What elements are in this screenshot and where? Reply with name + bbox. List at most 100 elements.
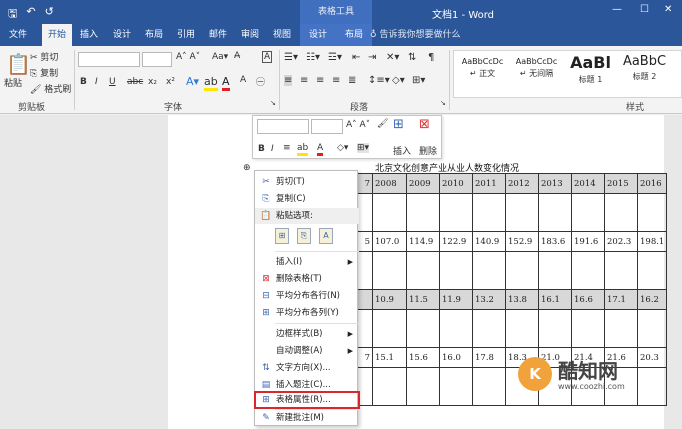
- bullets-icon[interactable]: ☰▾: [284, 52, 298, 63]
- text-effects-icon[interactable]: A▾: [186, 75, 199, 88]
- subscript-button[interactable]: x₂: [148, 77, 157, 87]
- mini-format-painter-icon[interactable]: 🖌: [377, 119, 388, 129]
- table-cell[interactable]: 15.1: [372, 347, 407, 368]
- distribute-icon[interactable]: ≣: [348, 75, 356, 86]
- style-no-spacing[interactable]: AaBbCcDc ↵ 无间隔: [510, 53, 563, 97]
- table-cell[interactable]: 11.9: [439, 289, 473, 310]
- tab-layout[interactable]: 布局: [140, 24, 168, 46]
- table-cell[interactable]: [372, 309, 407, 348]
- table-cell[interactable]: [636, 251, 668, 290]
- tell-me-box[interactable]: ♁ 告诉我你想要做什么: [370, 24, 460, 46]
- menu-item-delete-table[interactable]: ⊠ 删除表格(T): [255, 271, 359, 287]
- paste-keep-source-icon[interactable]: ⎘: [297, 228, 311, 244]
- table-cell[interactable]: [571, 193, 605, 232]
- italic-button[interactable]: I: [95, 77, 98, 87]
- tab-references[interactable]: 引用: [172, 24, 200, 46]
- table-cell[interactable]: 16.2: [636, 289, 668, 310]
- menu-item-cut[interactable]: ✂ 剪切(T): [255, 174, 359, 190]
- table-cell[interactable]: [505, 309, 539, 348]
- menu-item-new-comment[interactable]: ✎ 新建批注(M): [255, 410, 359, 426]
- table-cell[interactable]: 2012: [505, 173, 539, 194]
- table-cell[interactable]: 13.8: [505, 289, 539, 310]
- mini-font-name-field[interactable]: [257, 119, 309, 134]
- copy-button[interactable]: ⎘ 复制: [30, 66, 58, 79]
- table-cell[interactable]: [636, 193, 668, 232]
- mini-font-grow-icon[interactable]: A˄ A˅: [346, 120, 370, 130]
- table-cell[interactable]: 183.6: [538, 231, 572, 252]
- table-cell[interactable]: [372, 193, 407, 232]
- table-cell[interactable]: [472, 367, 506, 406]
- table-cell[interactable]: 114.9: [406, 231, 440, 252]
- table-cell[interactable]: 122.9: [439, 231, 473, 252]
- paste-icon[interactable]: 📋: [6, 52, 31, 76]
- tab-file[interactable]: 文件: [4, 24, 32, 46]
- mini-delete-button[interactable]: 删除: [419, 144, 437, 157]
- mini-shading-icon[interactable]: ◇▾: [337, 143, 348, 153]
- chinese-layout-icon[interactable]: ✕▾: [386, 52, 399, 63]
- table-cell[interactable]: [505, 251, 539, 290]
- table-cell[interactable]: [439, 251, 473, 290]
- table-cell[interactable]: 202.3: [604, 231, 638, 252]
- align-center-icon[interactable]: ≡: [300, 75, 308, 86]
- tab-review[interactable]: 审阅: [236, 24, 264, 46]
- table-cell[interactable]: 152.9: [505, 231, 539, 252]
- table-cell[interactable]: [439, 193, 473, 232]
- style-heading-2[interactable]: AaBbC 标题 2: [618, 53, 671, 97]
- character-border-icon[interactable]: A: [262, 51, 273, 63]
- clear-format-icon[interactable]: A̶: [234, 51, 240, 61]
- decrease-indent-icon[interactable]: ⇤: [352, 52, 360, 63]
- align-left-icon[interactable]: ≡: [284, 75, 293, 86]
- table-cell[interactable]: 2014: [571, 173, 605, 194]
- increase-indent-icon[interactable]: ⇥: [368, 52, 376, 63]
- tab-table-design[interactable]: 设计: [300, 24, 336, 46]
- paste-button[interactable]: 粘贴: [4, 76, 22, 89]
- table-cell[interactable]: [604, 251, 638, 290]
- table-cell[interactable]: 191.6: [571, 231, 605, 252]
- table-cell[interactable]: 2008: [372, 173, 407, 194]
- mini-font-color-icon[interactable]: A: [317, 143, 324, 156]
- menu-item-text-direction[interactable]: ⇅ 文字方向(X)...: [255, 360, 359, 376]
- font-grow-icon[interactable]: A˄ A˅: [176, 52, 200, 62]
- table-cell[interactable]: 2015: [604, 173, 638, 194]
- table-cell[interactable]: 11.5: [406, 289, 440, 310]
- table-cell[interactable]: 16.0: [439, 347, 473, 368]
- table-cell[interactable]: 2010: [439, 173, 473, 194]
- borders-icon[interactable]: ⊞▾: [412, 75, 425, 86]
- mini-insert-button[interactable]: 插入: [393, 144, 411, 157]
- table-cell[interactable]: 13.2: [472, 289, 506, 310]
- table-cell[interactable]: 140.9: [472, 231, 506, 252]
- show-marks-icon[interactable]: ¶: [428, 52, 434, 63]
- table-cell[interactable]: 16.1: [538, 289, 572, 310]
- menu-item-table-properties[interactable]: ⊞ 表格属性(R)...: [254, 391, 360, 409]
- paste-merge-icon[interactable]: ⊞: [275, 228, 289, 244]
- justify-icon[interactable]: ≡: [332, 75, 340, 86]
- font-dialog-launcher-icon[interactable]: ↘: [270, 99, 276, 107]
- table-cell[interactable]: [538, 193, 572, 232]
- align-right-icon[interactable]: ≡: [316, 75, 324, 86]
- table-cell[interactable]: [604, 193, 638, 232]
- table-cell[interactable]: 2009: [406, 173, 440, 194]
- delete-table-icon[interactable]: ⊠: [419, 117, 430, 132]
- sort-icon[interactable]: ⇅: [408, 52, 416, 63]
- numbering-icon[interactable]: ☷▾: [306, 52, 320, 63]
- table-cell[interactable]: [439, 309, 473, 348]
- menu-item-copy[interactable]: ⎘ 复制(C): [255, 191, 359, 207]
- save-icon[interactable]: 🖫: [8, 5, 17, 24]
- mini-font-size-field[interactable]: [311, 119, 343, 134]
- superscript-button[interactable]: x²: [166, 77, 175, 87]
- menu-item-border-styles[interactable]: 边框样式(B) ▶: [255, 326, 359, 342]
- table-cell[interactable]: 107.0: [372, 231, 407, 252]
- paragraph-shading-icon[interactable]: ◇▾: [392, 75, 405, 86]
- menu-item-insert[interactable]: 插入(I) ▶: [255, 254, 359, 270]
- shading-icon[interactable]: A: [240, 75, 246, 85]
- undo-icon[interactable]: ↶: [26, 5, 35, 24]
- table-cell[interactable]: [538, 309, 572, 348]
- format-painter-button[interactable]: 🖌 格式刷: [30, 82, 71, 95]
- table-cell[interactable]: 17.1: [604, 289, 638, 310]
- table-cell[interactable]: 17.8: [472, 347, 506, 368]
- cut-button[interactable]: ✂ 剪切: [30, 50, 58, 63]
- tab-design[interactable]: 设计: [108, 24, 136, 46]
- table-cell[interactable]: [571, 251, 605, 290]
- line-spacing-icon[interactable]: ↕≡▾: [368, 75, 390, 86]
- table-cell[interactable]: [406, 193, 440, 232]
